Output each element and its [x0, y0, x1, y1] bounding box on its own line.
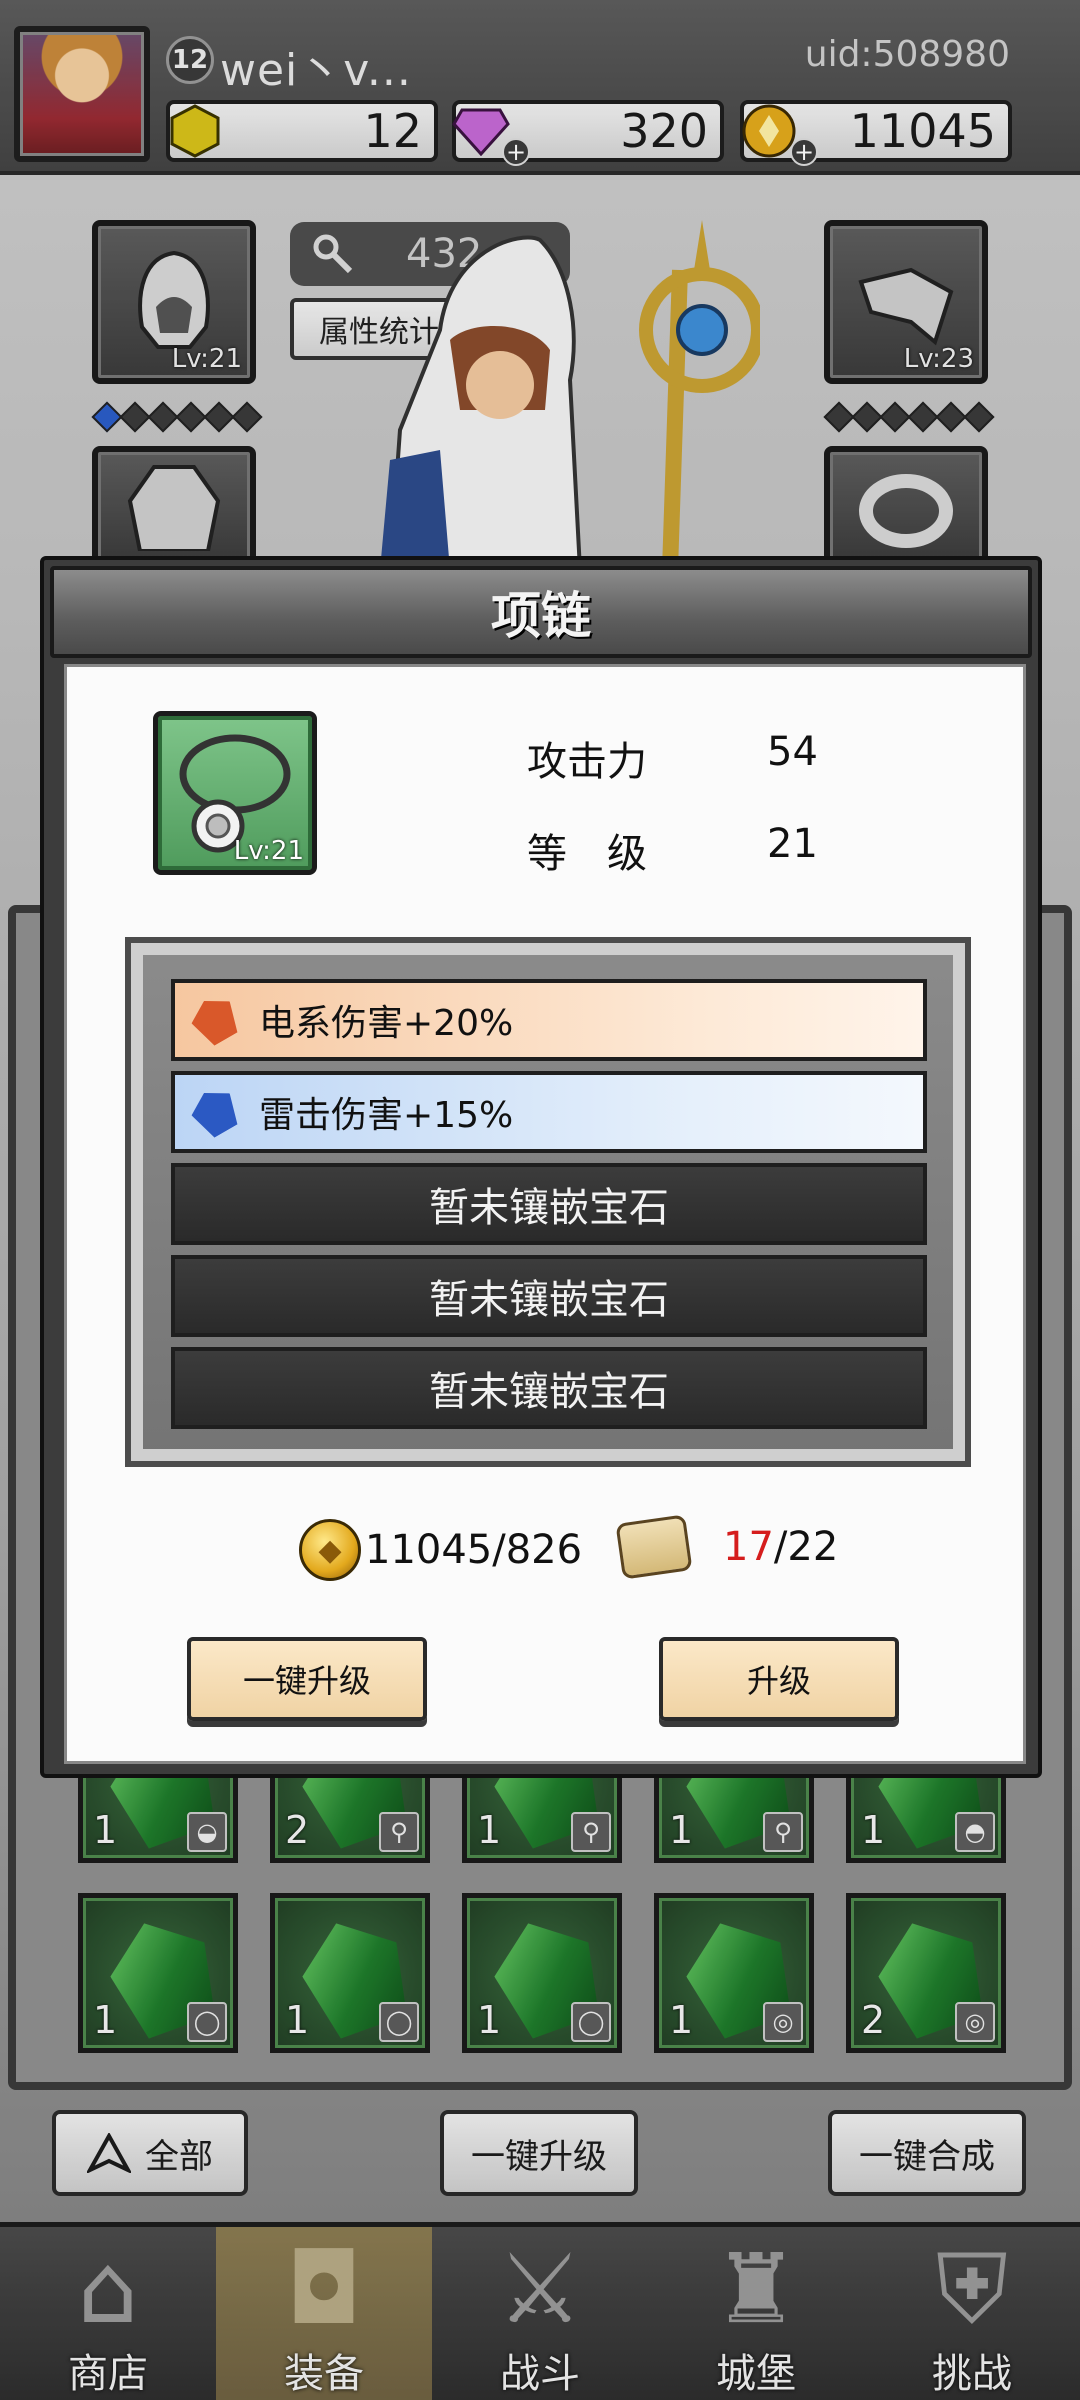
coin-cost-value: 11045/826 [365, 1527, 583, 1573]
scroll-icon [615, 1514, 693, 1580]
one-click-upgrade-button[interactable]: 一键升级 [187, 1637, 427, 1721]
water-gem-icon [185, 1082, 245, 1142]
scroll-have: 17 [723, 1524, 774, 1570]
gem-slot-empty[interactable]: 暂未镶嵌宝石 [171, 1347, 927, 1429]
gem-slot-empty[interactable]: 暂未镶嵌宝石 [171, 1255, 927, 1337]
gem-slot-text: 雷击伤害+15% [259, 1095, 514, 1136]
attack-row: 攻击力 54 [527, 729, 887, 787]
grade-row: 等 级 21 [527, 821, 887, 879]
modal-title: 项链 [50, 566, 1032, 658]
gem-slot-text: 电系伤害+20% [259, 1003, 514, 1044]
attack-label: 攻击力 [527, 739, 647, 785]
upgrade-button[interactable]: 升级 [659, 1637, 899, 1721]
game-screen: 12 wei丶v... uid:508980 12 + 320 + 11045 [0, 0, 1080, 2400]
gem-slot-fire[interactable]: 电系伤害+20% [171, 979, 927, 1061]
item-icon-frame: Lv:21 [153, 711, 317, 875]
scroll-need: /22 [773, 1524, 839, 1570]
gem-slot-text: 暂未镶嵌宝石 [429, 1277, 669, 1323]
grade-value: 21 [767, 821, 818, 867]
grade-label: 等 级 [527, 831, 647, 877]
coin-icon: ◆ [299, 1519, 361, 1581]
gem-slot-text: 暂未镶嵌宝石 [429, 1185, 669, 1231]
fire-gem-icon [185, 990, 245, 1050]
modal-body: Lv:21 攻击力 54 等 级 21 电系伤害+20% 雷击伤害+15% 暂未… [64, 664, 1026, 1764]
gem-socket-board: 电系伤害+20% 雷击伤害+15% 暂未镶嵌宝石 暂未镶嵌宝石 暂未镶嵌宝石 [125, 937, 971, 1467]
gem-slot-empty[interactable]: 暂未镶嵌宝石 [171, 1163, 927, 1245]
scroll-cost: 17/22 [615, 1514, 839, 1580]
item-level: Lv:21 [233, 836, 304, 866]
item-detail-modal: 项链 Lv:21 攻击力 54 等 级 21 电系伤害+20% 雷击伤害+15%… [40, 556, 1042, 1778]
attack-value: 54 [767, 729, 818, 775]
gem-slot-water[interactable]: 雷击伤害+15% [171, 1071, 927, 1153]
gem-slot-text: 暂未镶嵌宝石 [429, 1369, 669, 1415]
coin-cost: ◆ 11045/826 [299, 1519, 582, 1581]
